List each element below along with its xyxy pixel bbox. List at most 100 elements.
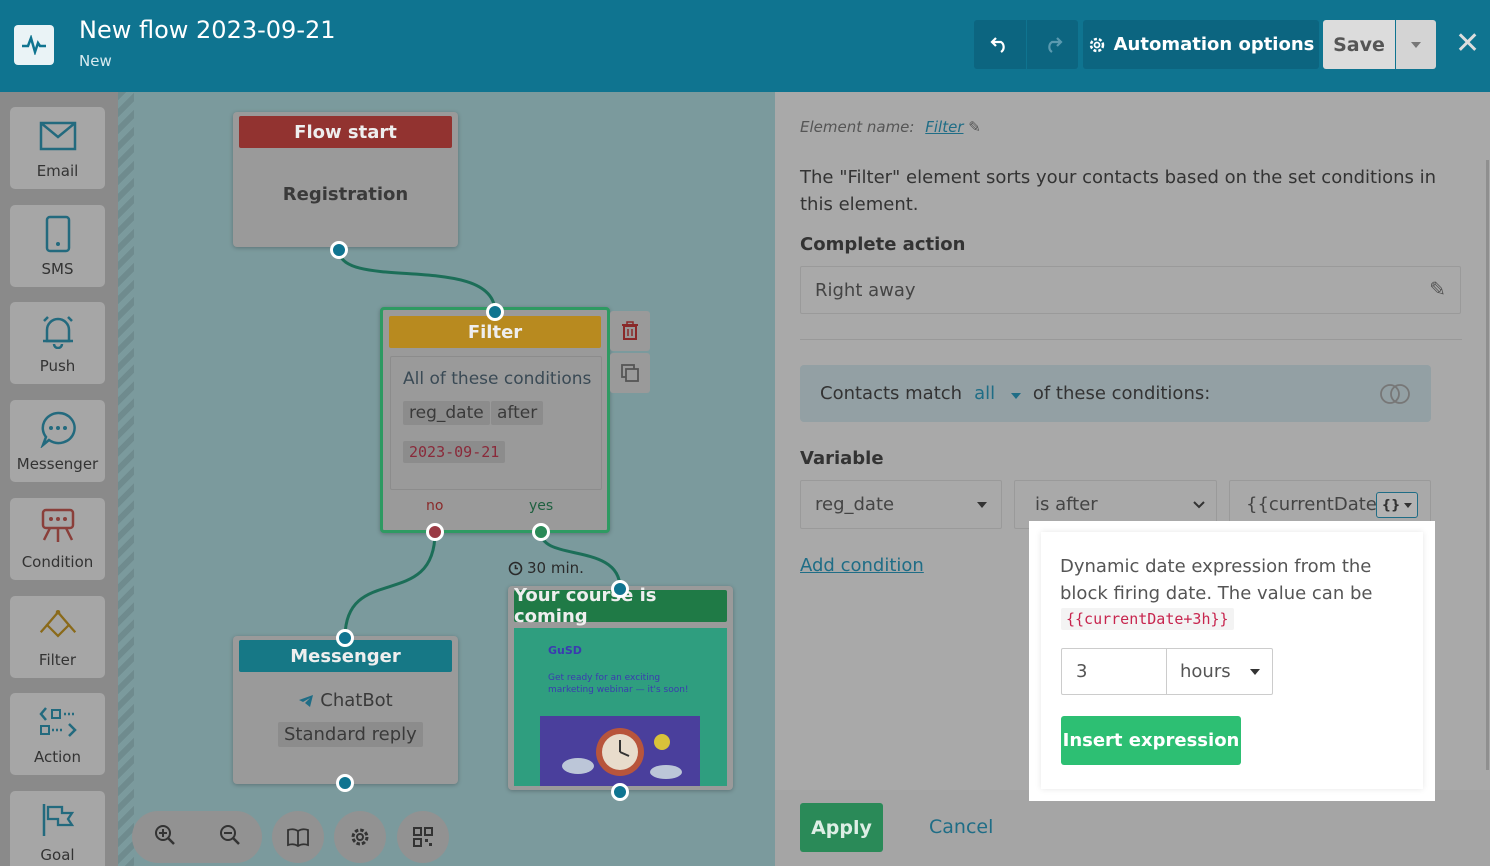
flow-start-node[interactable]: Flow start Registration	[233, 112, 458, 247]
filter-yes-port[interactable]	[532, 523, 550, 541]
chevron-down-icon	[1404, 502, 1413, 508]
contacts-match-select[interactable]: all	[974, 383, 1021, 404]
cancel-button[interactable]: Cancel	[929, 816, 993, 838]
chat-bubble-icon	[38, 409, 78, 449]
flow-status: New	[79, 52, 112, 70]
flow-start-title: Flow start	[239, 116, 452, 148]
trash-icon	[622, 321, 638, 340]
close-icon[interactable]: ✕	[1455, 26, 1480, 61]
zoom-controls	[132, 811, 262, 863]
insert-expression-toggle[interactable]: {}	[1376, 492, 1418, 518]
chevron-down-icon	[1250, 669, 1260, 675]
variable-select-value: reg_date	[815, 494, 895, 515]
guide-button[interactable]	[272, 811, 324, 863]
messenger-reply-chip: Standard reply	[278, 722, 423, 747]
flow-title: New flow 2023-09-21	[79, 16, 336, 44]
complete-action-heading: Complete action	[800, 234, 966, 255]
sidebar-item-sms[interactable]: SMS	[10, 205, 105, 287]
messenger-bot-name: ChatBot	[320, 690, 393, 711]
delay-value: 30 min.	[527, 559, 584, 577]
sidebar-item-condition[interactable]: Condition	[10, 498, 105, 580]
sidebar-item-push[interactable]: Push	[10, 302, 105, 384]
variable-select[interactable]: reg_date	[800, 480, 1002, 529]
pencil-icon[interactable]: ✎	[1429, 277, 1446, 301]
chevron-down-icon	[1193, 501, 1205, 509]
sidebar-item-filter[interactable]: Filter	[10, 596, 105, 678]
element-description: The "Filter" element sorts your contacts…	[800, 167, 1437, 215]
messenger-output-port[interactable]	[336, 774, 354, 792]
minimap-button[interactable]	[397, 811, 449, 863]
braces-icon: {}	[1381, 497, 1401, 513]
complete-action-value: Right away	[815, 279, 916, 301]
email-preview-logo: GuSD	[548, 644, 582, 657]
expression-unit-value: hours	[1180, 661, 1231, 682]
automation-options-label: Automation options	[1113, 34, 1315, 55]
insert-expression-button[interactable]: Insert expression	[1061, 716, 1241, 765]
filter-yes-label: yes	[529, 498, 554, 514]
expression-amount-input[interactable]: 3	[1061, 648, 1167, 695]
element-name-label: Element name:	[800, 118, 915, 136]
element-name-link[interactable]: Filter	[925, 118, 963, 136]
action-icon	[38, 702, 78, 742]
sidebar-item-label: Condition	[21, 553, 94, 571]
contacts-match-prefix: Contacts match	[820, 383, 963, 404]
filter-node[interactable]: Filter All of these conditions reg_date …	[380, 307, 610, 533]
redo-button[interactable]	[1027, 20, 1078, 69]
flow-start-output-port[interactable]	[330, 241, 348, 259]
element-toolbox: Email SMS Push Messenger Condition Filte…	[0, 92, 118, 866]
flow-canvas[interactable]: Flow start Registration Filter All of th…	[118, 92, 775, 866]
envelope-icon	[38, 116, 78, 156]
filter-no-port[interactable]	[426, 523, 444, 541]
sidebar-item-label: SMS	[41, 260, 74, 278]
sidebar-item-action[interactable]: Action	[10, 693, 105, 775]
filter-date-chip: 2023-09-21	[403, 441, 506, 463]
email-node[interactable]: Your course is coming GuSD Get ready for…	[508, 585, 733, 790]
venn-toggle-icon[interactable]	[1379, 383, 1411, 405]
expression-amount-value: 3	[1076, 661, 1088, 682]
copy-node-button[interactable]	[610, 353, 650, 393]
filter-operator-chip: after	[491, 401, 544, 425]
canvas-settings-button[interactable]	[334, 811, 386, 863]
filter-icon	[38, 605, 78, 645]
automation-options-button[interactable]: Automation options	[1083, 20, 1319, 69]
sidebar-item-email[interactable]: Email	[10, 107, 105, 189]
filter-conditions-label: All of these conditions	[403, 369, 592, 389]
pulse-logo-icon[interactable]	[14, 25, 54, 65]
phone-icon	[38, 214, 78, 254]
add-condition-link[interactable]: Add condition	[800, 555, 924, 576]
chevron-down-icon	[977, 502, 987, 508]
redo-icon	[1047, 36, 1063, 53]
save-dropdown-button[interactable]	[1396, 20, 1436, 69]
email-output-port[interactable]	[611, 783, 629, 801]
section-divider	[800, 339, 1462, 340]
apply-button[interactable]: Apply	[800, 803, 883, 852]
variable-heading: Variable	[800, 448, 884, 469]
delay-label: 30 min.	[508, 559, 584, 577]
gear-icon	[351, 828, 369, 846]
sidebar-item-goal[interactable]: Goal	[10, 791, 105, 866]
messenger-input-port[interactable]	[336, 629, 354, 647]
sidebar-item-label: Filter	[38, 651, 77, 669]
messenger-node[interactable]: Messenger ChatBot Standard reply	[233, 636, 458, 784]
contacts-match-bar: Contacts match all of these conditions:	[800, 365, 1431, 422]
email-input-port[interactable]	[611, 580, 629, 598]
undo-icon	[990, 36, 1005, 53]
contacts-match-value: all	[974, 383, 996, 404]
filter-conditions-box: All of these conditions reg_date after 2…	[390, 356, 602, 490]
undo-button[interactable]	[974, 20, 1026, 69]
complete-action-field[interactable]: Right away ✎	[800, 266, 1461, 314]
flag-icon	[38, 800, 78, 840]
filter-input-port[interactable]	[486, 303, 504, 321]
email-preview-text: Get ready for an exciting marketing webi…	[548, 673, 689, 695]
save-button[interactable]: Save	[1323, 20, 1395, 69]
panel-scrollbar[interactable]	[1486, 160, 1489, 770]
zoom-out-icon[interactable]	[219, 824, 241, 850]
sidebar-item-label: Push	[39, 357, 76, 375]
sidebar-item-label: Email	[36, 162, 79, 180]
filter-variable-chip: reg_date	[403, 401, 490, 425]
pencil-icon[interactable]: ✎	[968, 118, 981, 136]
zoom-in-icon[interactable]	[154, 824, 176, 850]
expression-unit-select[interactable]: hours	[1166, 648, 1273, 695]
delete-node-button[interactable]	[610, 311, 650, 351]
sidebar-item-messenger[interactable]: Messenger	[10, 400, 105, 482]
